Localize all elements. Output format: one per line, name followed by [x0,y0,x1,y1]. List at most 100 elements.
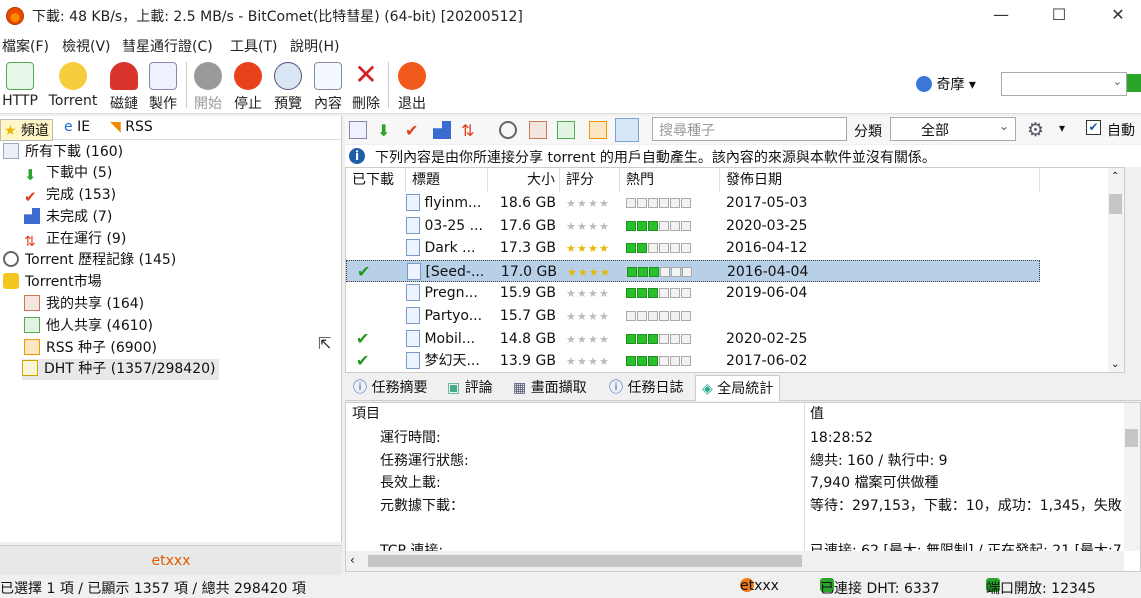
tab-rss[interactable]: ◥ RSS [110,119,153,135]
make-torrent-button[interactable]: 製作 [146,60,180,112]
horizontal-scrollbar[interactable]: ‹ [346,551,1124,571]
properties-button[interactable]: 內容 [310,60,346,112]
search-engine-select[interactable]: 奇摩 ▾ [916,74,976,94]
col-popularity[interactable]: 熱門 [620,168,720,192]
menu-comet-pass[interactable]: 彗星通行證(C) [122,36,213,56]
check-icon[interactable]: ✔ [405,121,423,140]
tab-comments[interactable]: ▣ 評論 [441,375,499,401]
share-icon[interactable] [557,121,575,139]
scroll-down-icon[interactable]: ⌄ [1111,359,1119,370]
table-scrollbar[interactable]: ⌃ ⌄ [1108,168,1124,372]
share-icon[interactable] [529,121,547,139]
size-cell: 15.9 GB [499,285,556,302]
star-icon: ★ [566,287,576,301]
tab-channels-label: 頻道 [21,123,50,139]
detail-scrollbar[interactable] [1124,403,1140,551]
http-button[interactable]: HTTP [0,60,40,112]
tree-dht-seeds[interactable]: DHT 种子 (1357/298420) [22,359,220,380]
chevron-down-icon[interactable]: ▾ [1059,121,1065,135]
stopwatch-icon[interactable] [499,121,517,139]
menu-tools[interactable]: 工具(T) [230,36,277,56]
popularity-cell [681,356,691,367]
bitcomet-logo-icon [6,7,24,25]
stat-key: 運行時間: [380,430,441,446]
table-row[interactable]: ✔ 梦幻天... 13.9 GB ★★★★ 2017-06-02 [346,350,1040,372]
tree-running[interactable]: ⇅ 正在運行 (9) [24,229,126,250]
scrollbar-thumb[interactable] [368,555,802,567]
seed-search-input[interactable]: 搜尋種子 [652,117,847,141]
col-publish-date[interactable]: 發佈日期 [720,168,1040,192]
tree-my-shares[interactable]: 我的共享 (164) [24,294,144,315]
magnet-button[interactable]: 磁鏈 [106,60,142,112]
close-button[interactable]: ✕ [1095,0,1141,32]
tree-torrent-history[interactable]: Torrent 歷程記錄 (145) [3,250,176,271]
stop-button[interactable]: 停止 [230,60,266,112]
menu-file[interactable]: 檔案(F) [2,36,49,56]
web-search-input[interactable]: ⌄ [1001,72,1127,96]
dht-lightning-icon[interactable] [615,118,639,142]
table-row[interactable]: Partyo... 15.7 GB ★★★★ [346,305,1040,327]
delete-button[interactable]: ✕ 刪除 [348,60,384,113]
tab-task-summary[interactable]: ⓘ 任務摘要 [347,375,433,401]
scroll-up-icon[interactable]: ⌃ [1111,171,1119,182]
gear-icon[interactable]: ⚙ [1027,119,1044,141]
tree-others-shares[interactable]: 他人共享 (4610) [24,316,153,337]
col-downloaded[interactable]: 已下載 [346,168,406,192]
dropdown-arrow-icon: ⌄ [1112,75,1122,88]
tree-rss-seeds[interactable]: RSS 种子 (6900) [24,338,157,359]
title-cell: [Seed-... [407,261,489,283]
chevron-down-icon: ⌄ [998,119,1009,133]
new-icon[interactable] [349,121,367,139]
table-row[interactable]: ✔ Mobil... 14.8 GB ★★★★ 2020-02-25 [346,328,1040,350]
file-icon [406,284,420,302]
date-cell: 2020-03-25 [726,217,808,234]
search-go-icon[interactable] [1127,74,1141,92]
tab-task-log[interactable]: ⓘ 任務日誌 [603,375,689,401]
scroll-left-icon[interactable]: ‹ [350,553,355,567]
up-down-arrows-icon[interactable]: ⇅ [461,121,479,140]
tab-ie-label: IE [77,119,91,135]
table-row[interactable]: flyinm... 18.6 GB ★★★★ 2017-05-03 [346,192,1040,214]
rss-icon [24,339,40,355]
category-select[interactable]: 全部 ⌄ [890,117,1016,141]
incomplete-icon[interactable] [433,121,451,139]
popularity-cell [660,266,670,277]
tree-completed[interactable]: ✔ 完成 (153) [24,185,116,206]
table-row[interactable]: ✔ [Seed-... 17.0 GB ★★★★ 2016-04-04 [346,259,1040,283]
tab-ie[interactable]: e IE [64,119,90,135]
tree-all-downloads[interactable]: 所有下載 (160) [3,142,123,163]
col-size[interactable]: 大小 [488,168,560,192]
preview-button[interactable]: 預覽 [270,60,306,112]
download-icon[interactable]: ⬇ [377,121,395,140]
popularity-cell [626,220,636,231]
col-title[interactable]: 標題 [406,168,488,192]
exit-button[interactable]: 退出 [394,60,430,112]
tree-incomplete[interactable]: 未完成 (7) [24,207,112,228]
rss-icon[interactable] [589,121,607,139]
torrent-button[interactable]: Torrent [44,60,102,112]
auto-checkbox[interactable]: ✔ [1086,120,1101,135]
properties-label: 內容 [314,96,342,112]
tab-screenshots[interactable]: ▦ 畫面擷取 [507,375,593,401]
start-button[interactable]: 開始 [190,60,226,112]
scrollbar-thumb[interactable] [1109,194,1122,214]
file-icon [407,262,421,280]
tree-torrent-market[interactable]: Torrent市場 [3,272,102,293]
popularity-cell [682,266,692,277]
tree-downloading[interactable]: ⬇ 下載中 (5) [24,163,112,184]
table-row[interactable]: 03-25 ... 17.6 GB ★★★★ 2020-03-25 [346,215,1040,237]
file-icon [406,239,420,257]
maximize-button[interactable]: ☐ [1036,0,1082,32]
menu-help[interactable]: 說明(H) [290,36,339,56]
minimize-button[interactable]: — [978,0,1024,32]
menu-view[interactable]: 檢視(V) [62,36,111,56]
tree-label: 我的共享 (164) [46,296,145,312]
star-icon: ★ [577,242,587,256]
col-rating[interactable]: 評分 [560,168,620,192]
user-name-bar[interactable]: etxxx [0,545,342,575]
scrollbar-thumb[interactable] [1125,429,1138,447]
table-row[interactable]: Pregn... 15.9 GB ★★★★ 2019-06-04 [346,282,1040,304]
tab-channels[interactable]: ★ 頻道 [0,119,54,141]
tab-global-stats[interactable]: ◈ 全局統計 [695,375,781,401]
table-row[interactable]: Dark ... 17.3 GB ★★★★ 2016-04-12 [346,237,1040,259]
